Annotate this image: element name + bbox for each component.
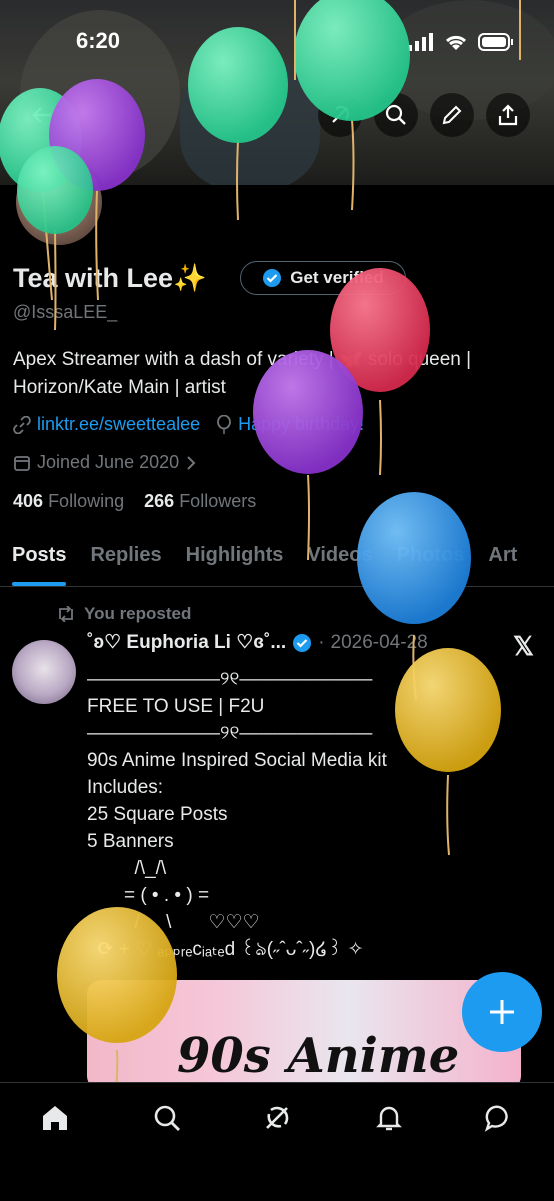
bell-icon[interactable] [374, 1103, 404, 1133]
profile-tabs: Posts Replies Highlights Videos Photos A… [0, 540, 554, 587]
repost-icon [59, 606, 73, 622]
get-verified-button[interactable]: Get verified [240, 261, 406, 295]
profile-link[interactable]: linktr.ee/sweettealee [37, 414, 200, 435]
tab-replies[interactable]: Replies [78, 540, 173, 586]
x-logo-icon[interactable]: 𝕏 [513, 631, 534, 662]
post-image-title: 90s Anime [177, 1028, 460, 1084]
grok-icon [332, 105, 350, 123]
explore-icon[interactable] [152, 1103, 182, 1133]
post-author-name[interactable]: ˚ʚ♡ Euphoria Li ♡ɞ˚... [87, 631, 286, 654]
bottom-navigation [0, 1082, 554, 1201]
status-time: 6:20 [76, 28, 121, 53]
compose-button[interactable] [462, 972, 542, 1052]
search-icon [385, 104, 406, 125]
repost-indicator: You reposted [56, 604, 191, 624]
share-icon [498, 104, 518, 126]
post-text: ———————୨୧——————— FREE TO USE | F2U —————… [87, 669, 387, 960]
chevron-right-icon[interactable] [185, 455, 197, 471]
link-icon [13, 415, 31, 434]
search-button[interactable] [374, 93, 418, 137]
messages-icon[interactable] [484, 1103, 514, 1133]
post-author-avatar[interactable] [12, 640, 76, 704]
profile-avatar[interactable] [12, 155, 106, 249]
profile-meta: linktr.ee/sweettealee Happy birthday! [13, 414, 364, 435]
signal-icon [408, 33, 433, 51]
repost-label: You reposted [84, 604, 192, 623]
verified-badge-icon [263, 269, 282, 287]
post-image[interactable]: 90s Anime [87, 980, 521, 1090]
tab-posts[interactable]: Posts [0, 540, 78, 586]
wifi-icon [445, 35, 467, 50]
grok-button[interactable] [318, 93, 362, 137]
grok-nav-icon[interactable] [262, 1103, 292, 1133]
plus-icon [490, 1000, 514, 1024]
share-button[interactable] [486, 93, 530, 137]
post-date[interactable]: 2026-04-28 [331, 632, 428, 654]
battery-icon [478, 33, 513, 51]
profile-bio: Apex Streamer with a dash of variety | 🦋… [13, 349, 472, 398]
joined-date: Joined June 2020 [13, 452, 197, 473]
following-link[interactable]: 406 Following [13, 491, 124, 511]
home-icon[interactable] [40, 1103, 70, 1133]
back-button[interactable] [20, 93, 64, 137]
followers-link[interactable]: 266 Followers [144, 491, 256, 511]
tab-art[interactable]: Art [476, 540, 529, 586]
profile-handle: @IsssaLEE_ [13, 302, 118, 322]
get-verified-label: Get verified [290, 268, 384, 287]
calendar-icon [14, 455, 30, 471]
pencil-icon [442, 105, 462, 125]
birthday-link[interactable]: Happy birthday! [238, 414, 364, 435]
tab-photos[interactable]: Photos [385, 540, 477, 586]
edit-button[interactable] [430, 93, 474, 137]
follow-counts: 406 Following 266 Followers [13, 491, 256, 512]
profile-name: Tea with Lee✨ [13, 263, 207, 293]
balloon-icon [217, 414, 232, 434]
status-bar: 6:20 [0, 28, 554, 58]
tab-videos[interactable]: Videos [295, 540, 384, 586]
tab-highlights[interactable]: Highlights [174, 540, 296, 586]
back-arrow-icon [32, 107, 51, 123]
verified-badge-icon [293, 633, 312, 652]
joined-label: Joined June 2020 [37, 452, 180, 472]
post-header: ˚ʚ♡ Euphoria Li ♡ɞ˚... · 2026-04-28 [87, 631, 428, 654]
